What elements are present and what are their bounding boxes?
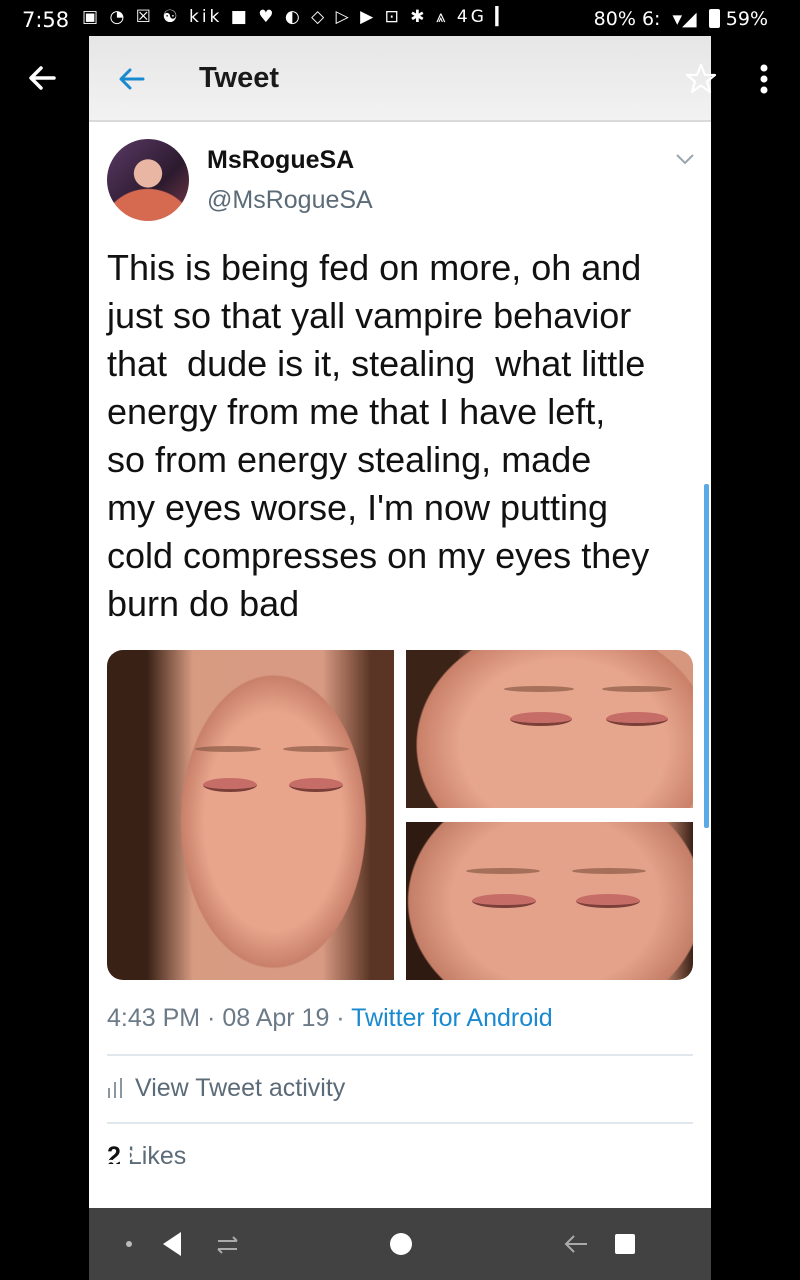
battery-icon: [708, 9, 720, 28]
tune-icon[interactable]: [289, 1148, 323, 1182]
arrow-back-icon[interactable]: [26, 62, 58, 94]
arrow-back-icon[interactable]: [115, 64, 147, 94]
battery-percent: 59%: [725, 8, 768, 30]
recents-square-icon[interactable]: [613, 1232, 637, 1256]
tweet-line: just so that yall vampire behavior: [107, 295, 632, 336]
divider: [107, 1122, 693, 1124]
activity-label: View Tweet activity: [135, 1074, 346, 1102]
tweet-date: 08 Apr 19: [222, 1004, 330, 1032]
share-icon[interactable]: [103, 1148, 137, 1182]
tweet-photo[interactable]: [107, 650, 394, 980]
view-tweet-activity[interactable]: View Tweet activity: [107, 1074, 345, 1103]
tweet-meta: 4:43 PM · 08 Apr 19 · Twitter for Androi…: [107, 1004, 553, 1033]
author-name[interactable]: MsRogueSA: [207, 146, 354, 175]
tweet-line: cold compresses on my eyes they: [107, 535, 650, 576]
tweet-time: 4:43 PM: [107, 1004, 201, 1032]
tweet-line: so from energy stealing, made: [107, 439, 592, 480]
page-title: Tweet: [199, 62, 280, 94]
back-triangle-icon[interactable]: [159, 1230, 185, 1258]
battery-secondary-text: 80%: [593, 8, 636, 30]
status-time: 7:58: [22, 8, 70, 32]
status-extra-text: 6:: [641, 8, 661, 30]
bar-chart-icon: [108, 1078, 122, 1098]
dot-icon: [126, 1241, 132, 1247]
more-vert-icon[interactable]: [752, 62, 776, 96]
tweet-line: my eyes worse, I'm now putting: [107, 487, 609, 528]
tweet-header-bar: Tweet: [89, 36, 711, 122]
tweet-line: energy from me that I have left,: [107, 391, 606, 432]
tweet-line: burn do bad: [107, 583, 300, 624]
status-bar: 7:58 ▣ ◔ ☒ ☯ kik ■ ♥ ◐ ◇ ▷ ▶ ⊡ ✱ ⩓ 4G ▎ …: [0, 0, 800, 36]
tweet-source-link[interactable]: Twitter for Android: [351, 1004, 552, 1032]
trash-icon[interactable]: [665, 1148, 699, 1182]
notification-icons: ▣ ◔ ☒ ☯ kik ■ ♥ ◐ ◇ ▷ ▶ ⊡ ✱ ⩓ 4G ▎: [82, 7, 512, 27]
arrow-back-icon[interactable]: [563, 1232, 589, 1256]
tweet-media-grid: [107, 650, 693, 980]
navigation-bar: [89, 1208, 711, 1280]
star-outline-icon[interactable]: [684, 62, 718, 96]
tweet-photo[interactable]: [406, 822, 693, 980]
author-handle[interactable]: @MsRogueSA: [207, 186, 373, 215]
scroll-indicator: [704, 484, 709, 828]
tweet-line: This is being fed on more, oh and: [107, 247, 642, 288]
meta-separator: ·: [329, 1004, 352, 1032]
screenshot-image: Tweet MsRogueSA @MsRogueSA This is being…: [89, 36, 711, 1208]
meta-separator: ·: [200, 1004, 223, 1032]
chevron-down-icon[interactable]: [675, 152, 695, 166]
avatar[interactable]: [107, 139, 189, 221]
tweet-line: that dude is it, stealing what little: [107, 343, 646, 384]
divider: [107, 1054, 693, 1056]
tweet-photo[interactable]: [406, 650, 693, 808]
tweet-text: This is being fed on more, oh and just s…: [107, 244, 697, 628]
lens-icon[interactable]: [477, 1148, 511, 1182]
rotate-icon[interactable]: [215, 1232, 241, 1258]
status-right: 80% 6: ▾◢ 59%: [593, 8, 768, 30]
home-circle-icon[interactable]: [387, 1230, 415, 1258]
